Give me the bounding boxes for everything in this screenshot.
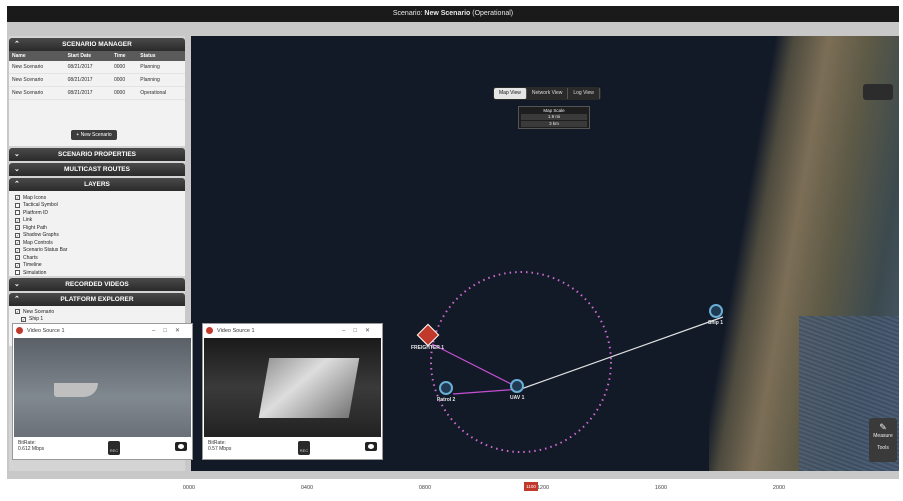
layer-item[interactable]: Shadow Graphs xyxy=(15,232,179,240)
new-scenario-button[interactable]: + New Scenario xyxy=(71,130,117,140)
expand-icon[interactable]: ⌄ xyxy=(14,163,20,176)
ship-icon xyxy=(708,304,723,318)
video-titlebar[interactable]: Video Source 1 –□✕ xyxy=(203,324,382,338)
expand-icon[interactable]: ⌄ xyxy=(14,278,20,291)
timeline-tick: 0000 xyxy=(182,485,196,491)
boat-in-feed xyxy=(54,383,98,397)
collapse-icon[interactable]: ⌃ xyxy=(14,293,20,306)
video-footer: BitRate: 0.612 Mbps REC xyxy=(13,437,192,459)
app-logo-icon xyxy=(16,327,23,334)
timeline-tick: 0400 xyxy=(300,485,314,491)
app-logo-icon xyxy=(206,327,213,334)
window-titlebar: Scenario: New Scenario (Operational) xyxy=(7,6,899,22)
camera-icon[interactable] xyxy=(175,442,187,451)
layer-item[interactable]: Tactical Symbol xyxy=(15,202,179,210)
timeline-tick: 0800 xyxy=(418,485,432,491)
scenario-state: (Operational) xyxy=(472,10,514,17)
col-header-start-date[interactable]: Start Date xyxy=(64,51,111,61)
layers-header[interactable]: ⌃ LAYERS xyxy=(9,178,185,191)
checkbox[interactable] xyxy=(21,316,26,322)
scenario-manager-header[interactable]: ⌃ SCENARIO MANAGER xyxy=(9,38,185,51)
checkbox[interactable] xyxy=(15,240,20,246)
recorded-videos-header[interactable]: ⌄ RECORDED VIDEOS xyxy=(9,278,185,291)
timeline[interactable]: 0000 0400 0800 1200 1600 2000 1100 xyxy=(0,479,903,501)
scenario-manager-body: Name Start Date Time Status New Scenario… xyxy=(9,51,185,146)
video-titlebar[interactable]: Video Source 1 –□✕ xyxy=(13,324,192,338)
checkbox[interactable] xyxy=(15,210,20,216)
video-window-1[interactable]: Video Source 1 –□✕ BitRate: 0.612 Mbps R… xyxy=(12,323,193,460)
record-button[interactable]: REC xyxy=(298,441,310,455)
video-window-2[interactable]: Video Source 1 –□✕ BitRate: 0.57 Mbps RE… xyxy=(202,323,383,460)
layer-item[interactable]: Map Controls xyxy=(15,239,179,247)
app-window: Scenario: New Scenario (Operational) ⌃ S… xyxy=(7,6,899,479)
checkbox[interactable] xyxy=(15,202,20,208)
table-row[interactable]: New Scenario 08/21/2017 0000 Planning xyxy=(9,61,185,74)
col-header-name[interactable]: Name xyxy=(9,51,65,61)
collapse-icon[interactable]: ⌃ xyxy=(14,178,20,191)
window-controls[interactable]: –□✕ xyxy=(152,324,188,338)
checkbox[interactable] xyxy=(15,195,20,201)
layer-item[interactable]: Timeline xyxy=(15,262,179,270)
checkbox[interactable] xyxy=(15,232,20,238)
video-feed xyxy=(14,338,191,437)
checkbox[interactable] xyxy=(15,247,20,253)
table-row[interactable]: New Scenario 08/21/2017 0000 Operational xyxy=(9,86,185,100)
layer-item[interactable]: Flight Path xyxy=(15,224,179,232)
collapse-icon[interactable]: ⌃ xyxy=(14,38,20,51)
checkbox[interactable] xyxy=(15,270,20,276)
measure-icon: ✎ xyxy=(879,422,887,432)
layer-item[interactable]: Simulation xyxy=(15,269,179,277)
timeline-tick: 2000 xyxy=(772,485,786,491)
layer-item[interactable]: Charts xyxy=(15,254,179,262)
table-row[interactable]: New Scenario 08/21/2017 0000 Planning xyxy=(9,73,185,87)
layer-item[interactable]: Scenario Status Bar xyxy=(15,247,179,255)
platform-explorer-header[interactable]: ⌃ PLATFORM EXPLORER xyxy=(9,293,185,306)
ship-in-feed xyxy=(258,358,360,418)
tree-item[interactable]: New Scenario xyxy=(15,308,179,316)
video-feed xyxy=(204,338,381,437)
layers-list: Map Icons Tactical Symbol Platform ID Li… xyxy=(9,191,185,276)
freighter-icon xyxy=(416,323,439,347)
target-freighter[interactable]: FREIGHTER 1 xyxy=(411,323,444,351)
layer-item[interactable]: Platform ID xyxy=(15,209,179,217)
checkbox[interactable] xyxy=(15,225,20,231)
timeline-current-marker[interactable]: 1100 xyxy=(524,482,538,491)
uav-icon xyxy=(510,379,525,393)
measure-label: Measure xyxy=(873,433,893,439)
tree-item[interactable]: Ship 1 xyxy=(15,316,179,324)
patrol-icon xyxy=(439,381,454,395)
scenario-table: Name Start Date Time Status New Scenario… xyxy=(9,51,185,100)
checkbox[interactable] xyxy=(15,217,20,223)
col-header-time[interactable]: Time xyxy=(110,51,138,61)
timeline-tick: 1200 xyxy=(536,485,550,491)
target-ship[interactable]: Ship 1 xyxy=(708,304,723,326)
scenario-properties-header[interactable]: ⌄ SCENARIO PROPERTIES xyxy=(9,148,185,161)
window-controls[interactable]: –□✕ xyxy=(342,324,378,338)
expand-icon[interactable]: ⌄ xyxy=(14,148,20,161)
layer-item[interactable]: Link xyxy=(15,217,179,225)
checkbox[interactable] xyxy=(15,262,20,268)
tools-button[interactable]: ✎ Measure Tools xyxy=(869,418,897,462)
scenario-name: New Scenario xyxy=(424,10,471,17)
title-prefix: Scenario: xyxy=(392,10,423,17)
multicast-routes-header[interactable]: ⌄ MULTICAST ROUTES xyxy=(9,163,185,176)
tools-label: Tools xyxy=(877,445,889,451)
col-header-status[interactable]: Status xyxy=(137,51,185,61)
target-patrol[interactable]: Patrol 2 xyxy=(437,381,455,403)
layer-item[interactable]: Map Icons xyxy=(15,194,179,202)
range-ring xyxy=(430,271,612,453)
checkbox[interactable] xyxy=(15,255,20,261)
camera-icon[interactable] xyxy=(365,442,377,451)
timeline-tick: 1600 xyxy=(654,485,668,491)
checkbox[interactable] xyxy=(15,309,20,315)
target-uav[interactable]: UAV 1 xyxy=(510,379,524,401)
flight-path xyxy=(520,316,724,390)
video-footer: BitRate: 0.57 Mbps REC xyxy=(203,437,382,459)
record-button[interactable]: REC xyxy=(108,441,120,455)
